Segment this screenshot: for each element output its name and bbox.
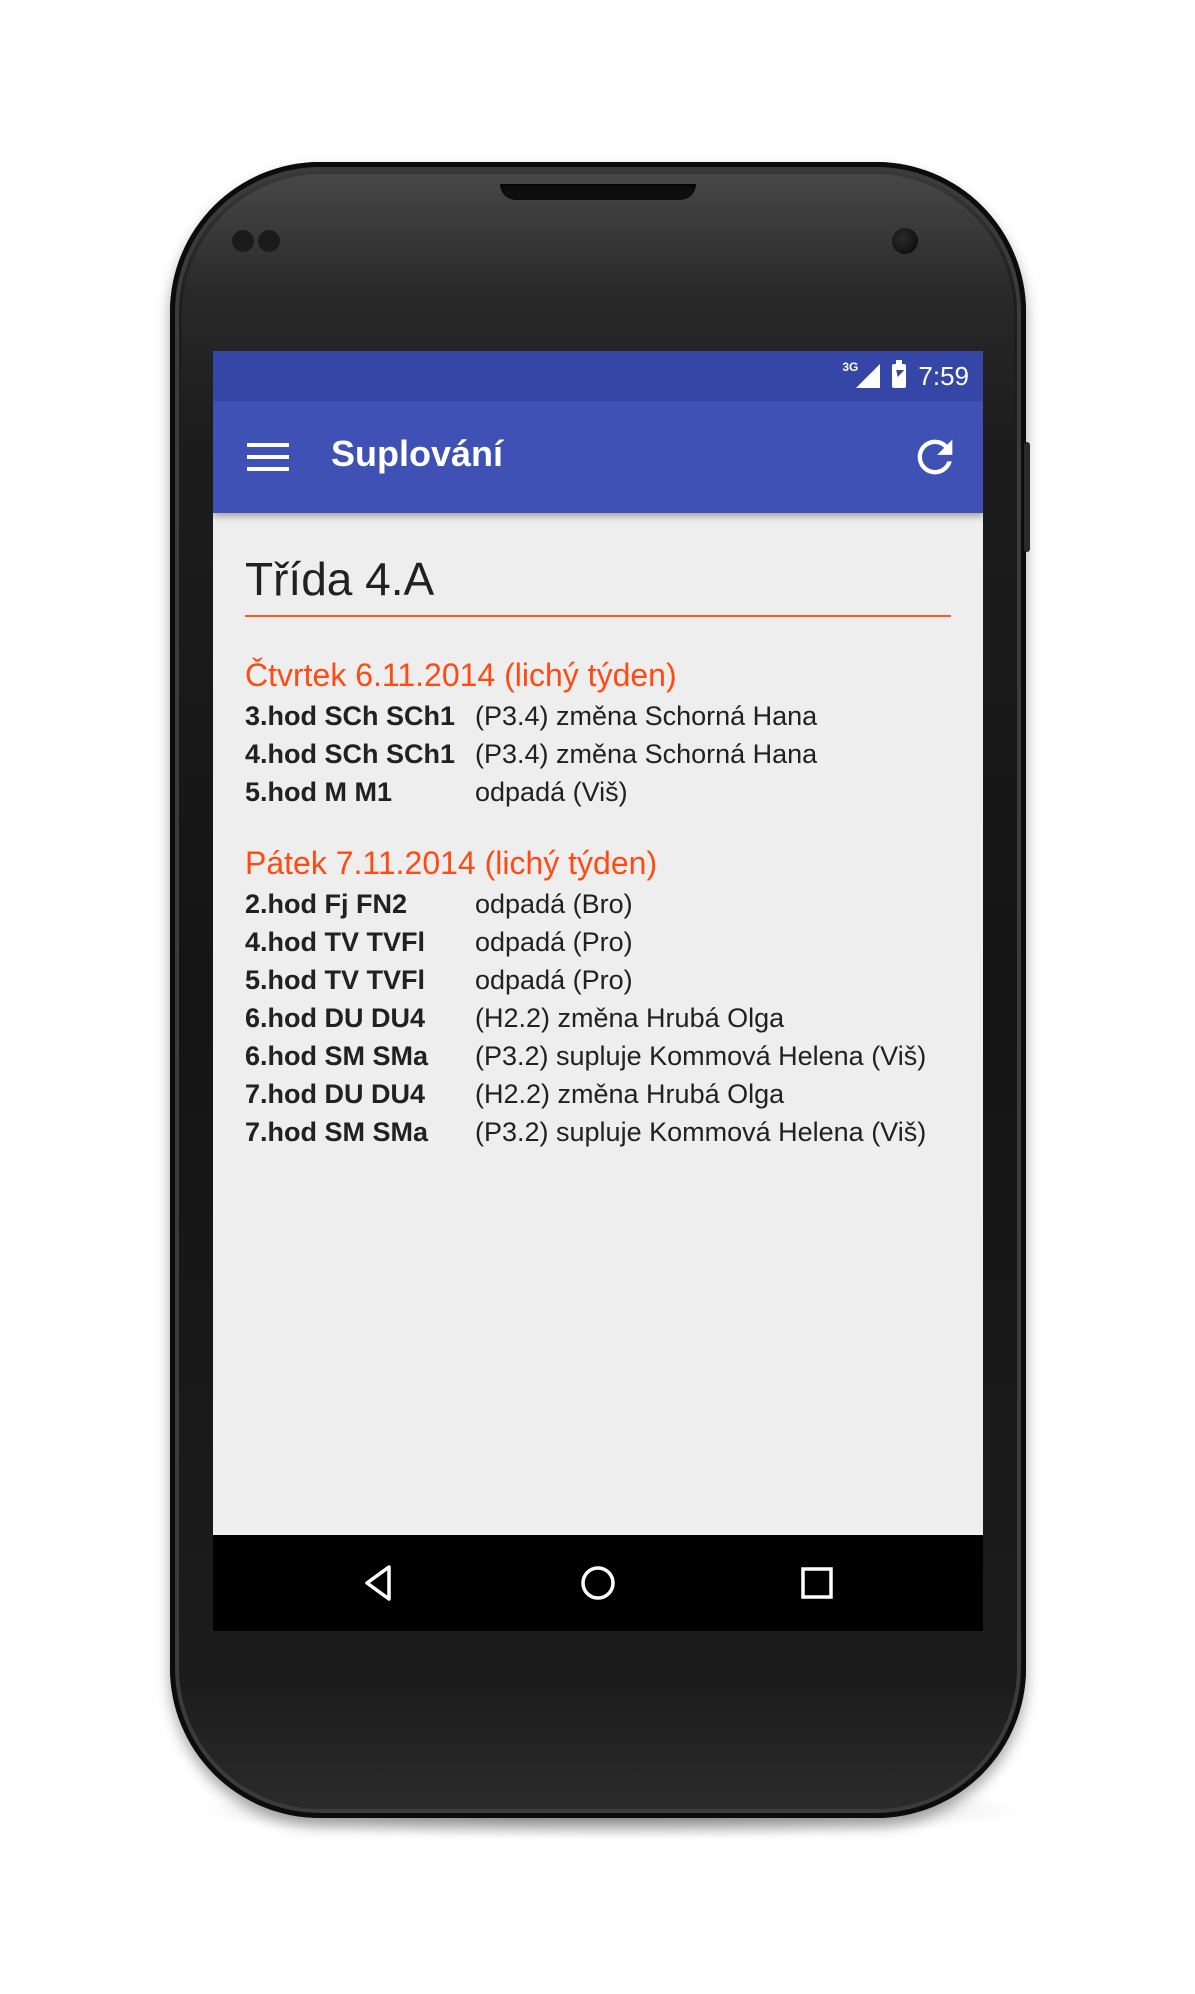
day-block: Pátek 7.11.2014 (lichý týden) 2.hod Fj F… <box>245 843 951 1151</box>
substitution-row: 6.hod SM SMa (P3.2) supluje Kommová Hele… <box>245 1037 951 1075</box>
recents-icon[interactable] <box>793 1559 841 1607</box>
change-text: (H2.2) změna Hrubá Olga <box>475 1003 785 1033</box>
app-title: Suplování <box>331 433 504 474</box>
change-text: (P3.4) změna Schorná Hana <box>475 739 818 769</box>
change-text: (P3.2) supluje Kommová Helena (Viš) <box>475 1041 927 1071</box>
menu-icon-line <box>247 467 289 471</box>
app-bar: Suplování <box>213 401 983 513</box>
status-icons: 3G 7:59 <box>842 351 969 401</box>
status-clock: 7:59 <box>918 360 969 391</box>
day-block: Čtvrtek 6.11.2014 (lichý týden) 3.hod SC… <box>245 655 951 811</box>
light-sensor <box>258 230 280 252</box>
change-text: odpadá (Bro) <box>475 889 633 919</box>
battery-charging-icon <box>892 360 907 388</box>
substitution-row: 7.hod DU DU4 (H2.2) změna Hrubá Olga <box>245 1075 951 1113</box>
substitution-content: Třída 4.A Čtvrtek 6.11.2014 (lichý týden… <box>245 513 951 1151</box>
change-text: odpadá (Pro) <box>475 927 633 957</box>
navigation-bar <box>213 1535 983 1631</box>
substitution-row: 4.hod TV TVFl odpadá (Pro) <box>245 923 951 961</box>
lesson-label: 7.hod SM SMa <box>245 1117 429 1147</box>
substitution-row: 3.hod SCh SCh1 (P3.4) změna Schorná Hana <box>245 697 951 735</box>
lesson-label: 7.hod DU DU4 <box>245 1079 426 1109</box>
change-text: (H2.2) změna Hrubá Olga <box>475 1079 785 1109</box>
power-button <box>1024 442 1030 552</box>
home-icon[interactable] <box>574 1559 622 1607</box>
lesson-label: 5.hod TV TVFl <box>245 965 425 995</box>
proximity-sensor <box>232 230 254 252</box>
substitution-row: 5.hod TV TVFl odpadá (Pro) <box>245 961 951 999</box>
network-type-label: 3G <box>842 360 859 374</box>
class-title: Třída 4.A <box>245 551 951 617</box>
substitution-row: 6.hod DU DU4 (H2.2) změna Hrubá Olga <box>245 999 951 1037</box>
menu-icon-line <box>247 455 289 459</box>
menu-icon-line <box>247 443 289 447</box>
stage: 3G 7:59 Suplování Třída 4.A Čtvrtek 6.11… <box>0 0 1195 1994</box>
substitution-row: 5.hod M M1 odpadá (Viš) <box>245 773 951 811</box>
refresh-icon[interactable] <box>909 431 961 483</box>
signal-icon <box>856 364 881 388</box>
status-bar: 3G 7:59 <box>213 351 983 401</box>
front-camera <box>892 228 918 254</box>
change-text: odpadá (Viš) <box>475 777 628 807</box>
lesson-label: 4.hod TV TVFl <box>245 927 425 957</box>
substitution-row: 7.hod SM SMa (P3.2) supluje Kommová Hele… <box>245 1113 951 1151</box>
change-text: (P3.4) změna Schorná Hana <box>475 701 818 731</box>
lesson-label: 3.hod SCh SCh1 <box>245 701 456 731</box>
lesson-label: 6.hod SM SMa <box>245 1041 429 1071</box>
change-text: odpadá (Pro) <box>475 965 633 995</box>
lesson-label: 6.hod DU DU4 <box>245 1003 426 1033</box>
menu-icon[interactable] <box>247 443 289 471</box>
lesson-label: 5.hod M M1 <box>245 777 392 807</box>
substitution-row: 4.hod SCh SCh1 (P3.4) změna Schorná Hana <box>245 735 951 773</box>
phone-screen: 3G 7:59 Suplování Třída 4.A Čtvrtek 6.11… <box>213 351 983 1631</box>
back-icon[interactable] <box>355 1559 403 1607</box>
day-header: Čtvrtek 6.11.2014 (lichý týden) <box>245 657 677 693</box>
substitution-row: 2.hod Fj FN2 odpadá (Bro) <box>245 885 951 923</box>
lesson-label: 4.hod SCh SCh1 <box>245 739 456 769</box>
earpiece-speaker <box>500 184 696 200</box>
day-header: Pátek 7.11.2014 (lichý týden) <box>245 845 658 881</box>
lesson-label: 2.hod Fj FN2 <box>245 889 407 919</box>
change-text: (P3.2) supluje Kommová Helena (Viš) <box>475 1117 927 1147</box>
